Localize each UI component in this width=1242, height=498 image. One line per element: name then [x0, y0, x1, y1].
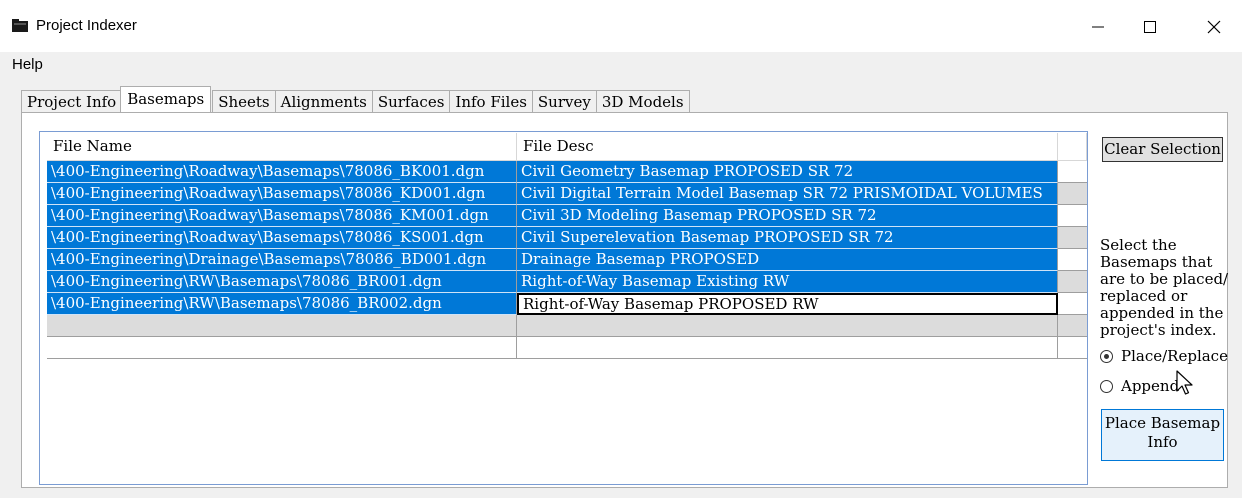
table-row[interactable]: \400-Engineering\Roadway\Basemaps\78086_… [47, 227, 1087, 249]
table-row[interactable]: \400-Engineering\RW\Basemaps\78086_BR001… [47, 271, 1087, 293]
append-label: Append [1121, 377, 1180, 395]
cell-file-name[interactable]: \400-Engineering\Roadway\Basemaps\78086_… [47, 205, 517, 227]
new-row[interactable] [47, 337, 1087, 359]
cell-file-desc[interactable]: Drainage Basemap PROPOSED [517, 249, 1058, 271]
cell-file-name[interactable]: \400-Engineering\Roadway\Basemaps\78086_… [47, 183, 517, 205]
tab-info-files[interactable]: Info Files [449, 90, 533, 112]
grid-body: File Name File Desc \400-Engineering\Roa… [47, 133, 1087, 359]
table-row[interactable]: \400-Engineering\Roadway\Basemaps\78086_… [47, 183, 1087, 205]
minimize-icon [1092, 26, 1104, 28]
empty-cell [517, 315, 1058, 337]
table-row[interactable]: \400-Engineering\RW\Basemaps\78086_BR002… [47, 293, 1087, 315]
place-replace-radio[interactable]: Place/Replace [1100, 347, 1228, 365]
cell-blank [1058, 293, 1087, 315]
cell-file-desc[interactable]: Civil Superelevation Basemap PROPOSED SR… [517, 227, 1058, 249]
place-basemap-info-button[interactable]: Place Basemap Info [1101, 409, 1224, 461]
column-header-blank [1058, 133, 1087, 160]
window-title: Project Indexer [36, 17, 137, 34]
column-header-file-desc[interactable]: File Desc [517, 133, 1058, 160]
clear-selection-button[interactable]: Clear Selection [1102, 137, 1223, 162]
cell-file-desc-editing[interactable]: Right-of-Way Basemap PROPOSED RW [517, 293, 1058, 315]
empty-cell [47, 337, 517, 359]
basemaps-grid[interactable]: File Name File Desc \400-Engineering\Roa… [39, 131, 1088, 485]
column-header-file-name[interactable]: File Name [47, 133, 517, 160]
folder-icon [12, 19, 28, 32]
cell-blank [1058, 271, 1087, 293]
tab-alignments[interactable]: Alignments [274, 90, 373, 112]
minimize-button[interactable] [1078, 10, 1118, 44]
tab-project-info[interactable]: Project Info [21, 90, 123, 112]
grid-header-row: File Name File Desc [47, 133, 1087, 161]
cell-blank [1058, 183, 1087, 205]
cell-file-name[interactable]: \400-Engineering\RW\Basemaps\78086_BR001… [47, 271, 517, 293]
close-icon [1207, 20, 1221, 34]
cell-blank [1058, 161, 1087, 183]
instructions-text: Select the Basemaps that are to be place… [1100, 236, 1229, 339]
menu-bar: Help [0, 52, 1242, 78]
basemaps-panel: File Name File Desc \400-Engineering\Roa… [21, 112, 1228, 488]
cell-blank [1058, 249, 1087, 271]
tab-survey[interactable]: Survey [531, 90, 597, 112]
cell-blank [1058, 205, 1087, 227]
cell-file-name[interactable]: \400-Engineering\RW\Basemaps\78086_BR002… [47, 293, 517, 315]
tab-sheets[interactable]: Sheets [212, 90, 276, 112]
menu-help[interactable]: Help [12, 56, 43, 73]
cell-file-name[interactable]: \400-Engineering\Drainage\Basemaps\78086… [47, 249, 517, 271]
radio-checked-icon [1100, 349, 1113, 363]
mouse-cursor-icon [1176, 370, 1193, 395]
title-bar: Project Indexer [0, 0, 1242, 52]
tab-basemaps[interactable]: Basemaps [120, 86, 212, 112]
cell-file-desc[interactable]: Civil Digital Terrain Model Basemap SR 7… [517, 183, 1058, 205]
empty-cell [517, 337, 1058, 359]
empty-cell [47, 315, 517, 337]
maximize-icon [1144, 21, 1156, 33]
close-button[interactable] [1194, 10, 1234, 44]
radio-unchecked-icon [1100, 379, 1113, 393]
cell-file-name[interactable]: \400-Engineering\Roadway\Basemaps\78086_… [47, 161, 517, 183]
tab-strip: Project Info Basemaps Sheets Alignments … [21, 86, 690, 112]
empty-cell [1058, 315, 1087, 337]
client-area: Project Info Basemaps Sheets Alignments … [0, 78, 1242, 498]
maximize-button[interactable] [1130, 10, 1170, 44]
table-row[interactable]: \400-Engineering\Roadway\Basemaps\78086_… [47, 161, 1087, 183]
tab-3d-models[interactable]: 3D Models [595, 90, 690, 112]
empty-row[interactable] [47, 315, 1087, 337]
place-replace-label: Place/Replace [1121, 347, 1228, 365]
cell-file-desc[interactable]: Civil Geometry Basemap PROPOSED SR 72 [517, 161, 1058, 183]
cell-blank [1058, 227, 1087, 249]
tab-surfaces[interactable]: Surfaces [371, 90, 451, 112]
table-row[interactable]: \400-Engineering\Roadway\Basemaps\78086_… [47, 205, 1087, 227]
place-button-line2: Info [1147, 433, 1178, 451]
empty-cell [1058, 337, 1087, 359]
cell-file-name[interactable]: \400-Engineering\Roadway\Basemaps\78086_… [47, 227, 517, 249]
cell-file-desc[interactable]: Right-of-Way Basemap Existing RW [517, 271, 1058, 293]
table-row[interactable]: \400-Engineering\Drainage\Basemaps\78086… [47, 249, 1087, 271]
place-button-line1: Place Basemap [1104, 414, 1221, 432]
append-radio[interactable]: Append [1100, 377, 1179, 395]
cell-file-desc[interactable]: Civil 3D Modeling Basemap PROPOSED SR 72 [517, 205, 1058, 227]
